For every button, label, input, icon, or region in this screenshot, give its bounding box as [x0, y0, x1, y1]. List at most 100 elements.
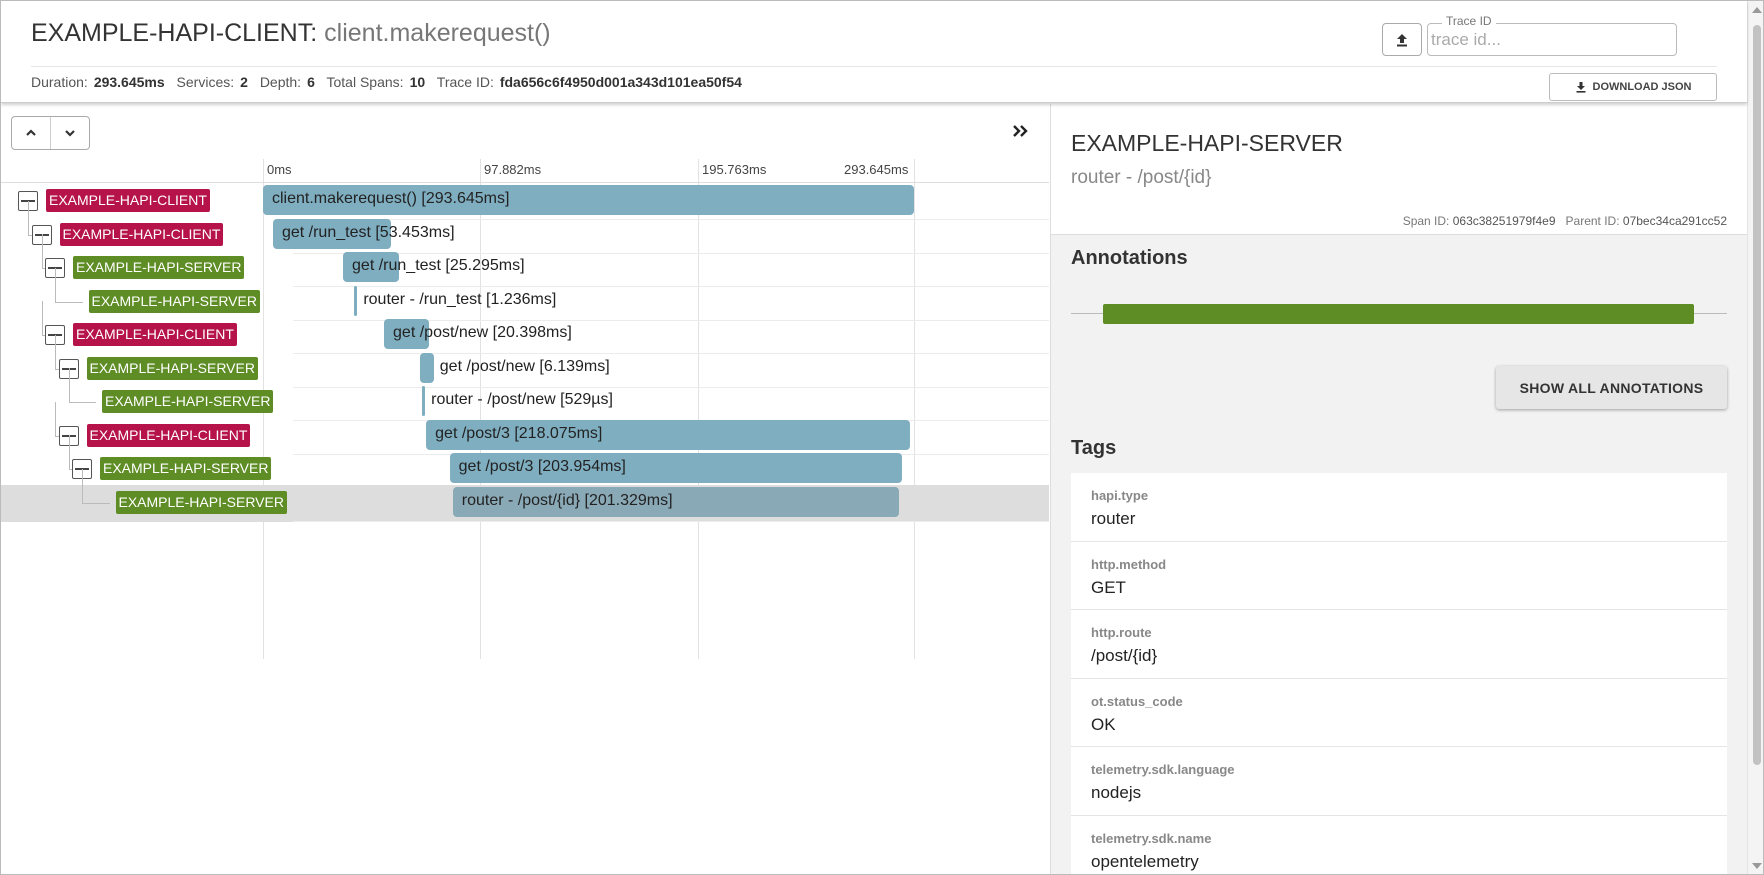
- download-json-button[interactable]: DOWNLOAD JSON: [1549, 73, 1717, 101]
- upload-icon: [1397, 33, 1407, 46]
- parent-id-value: 07bec34ca291cc52: [1622, 214, 1727, 228]
- service-badge: EXAMPLE-HAPI-SERVER: [88, 289, 260, 313]
- annotations-heading: Annotations: [1071, 247, 1188, 269]
- spans-label: Total Spans:: [326, 74, 404, 90]
- tag-item: telemetry.sdk.name opentelemetry: [1071, 816, 1727, 875]
- service-badge: EXAMPLE-HAPI-SERVER: [73, 256, 245, 279]
- service-badge: EXAMPLE-HAPI-SERVER: [115, 490, 287, 514]
- span-label: get /run_test [25.295ms]: [352, 257, 525, 274]
- time-tick-label: 0ms: [267, 162, 292, 177]
- span-label: get /post/3 [218.075ms]: [435, 424, 603, 442]
- time-tick-label: 97.882ms: [484, 162, 542, 177]
- service-badge: EXAMPLE-HAPI-CLIENT: [59, 222, 224, 246]
- chevron-up-icon: [26, 129, 36, 136]
- traceid-value: fda656c6f4950d001a343d101ea50f54: [499, 74, 742, 90]
- tree-connector: [55, 301, 83, 303]
- show-all-annotations-button[interactable]: SHOW ALL ANNOTATIONS: [1496, 366, 1727, 409]
- scroll-down-arrow-icon[interactable]: [1752, 863, 1762, 869]
- detail-operation-name: router - /post/{id}: [1071, 167, 1212, 188]
- span-row[interactable]: EXAMPLE-HAPI-CLIENT get /post/3 [218.075m…: [1, 401, 1049, 455]
- span-row[interactable]: EXAMPLE-HAPI-SERVER router - /post/new [5…: [1, 368, 1049, 421]
- service-badge: EXAMPLE-HAPI-CLIENT: [46, 189, 210, 212]
- trace-timeline: 0ms 97.882ms 195.763ms 293.645ms EXAMPLE-HA…: [1, 104, 1049, 874]
- download-json-label: DOWNLOAD JSON: [1592, 81, 1692, 93]
- tag-item: ot.status_code OK: [1071, 679, 1727, 747]
- tag-value: router: [1091, 509, 1136, 528]
- span-label: router - /run_test [1.236ms]: [363, 290, 557, 308]
- tag-value: OK: [1091, 714, 1116, 734]
- trace-header: EXAMPLE-HAPI-CLIENT: client.makerequest(…: [1, 1, 1747, 103]
- span-row[interactable]: EXAMPLE-HAPI-SERVER router - /run_test [1…: [1, 267, 1049, 321]
- tag-key: http.route: [1091, 625, 1152, 640]
- services-label: Services:: [176, 74, 235, 90]
- service-badge: EXAMPLE-HAPI-SERVER: [100, 457, 272, 480]
- span-label: router - /post/{id} [201.329ms]: [461, 491, 673, 509]
- tag-item: hapi.type router: [1071, 473, 1727, 542]
- tree-connector: [55, 334, 56, 369]
- span-label: get /post/new [20.398ms]: [393, 324, 572, 341]
- tree-connector: [68, 435, 70, 469]
- span-detail-panel: EXAMPLE-HAPI-SERVER router - /post/{id} …: [1050, 104, 1748, 875]
- span-label: router - /post/new [529µs]: [431, 391, 613, 408]
- tree-connector: [41, 234, 43, 268]
- scrollbar-thumb[interactable]: [1753, 25, 1761, 765]
- trace-summary: Duration: 293.645ms Services: 2 Depth: 6 To…: [31, 74, 750, 90]
- next-span-button[interactable]: [51, 117, 89, 149]
- span-label: get /post/new [6.139ms]: [439, 357, 610, 375]
- tag-item: http.method GET: [1071, 542, 1727, 610]
- service-badge: EXAMPLE-HAPI-CLIENT: [86, 423, 251, 447]
- span-detail-header: EXAMPLE-HAPI-SERVER router - /post/{id} …: [1051, 104, 1748, 235]
- tree-connector: [68, 402, 96, 403]
- tree-connector: [82, 468, 83, 503]
- service-badge: EXAMPLE-HAPI-SERVER: [86, 356, 258, 380]
- span-navigation: [11, 116, 90, 150]
- tag-value: opentelemetry: [1091, 851, 1199, 871]
- service-badge: EXAMPLE-HAPI-SERVER: [102, 390, 274, 413]
- span-bar[interactable]: [422, 386, 426, 416]
- duration-label: Duration:: [31, 74, 88, 90]
- span-row[interactable]: EXAMPLE-HAPI-CLIENT get /post/new [20.398…: [1, 301, 1049, 354]
- tree-connector: [82, 502, 110, 504]
- span-row[interactable]: EXAMPLE-HAPI-SERVER get /run_test [25.295…: [1, 234, 1049, 287]
- page-scrollbar[interactable]: [1747, 1, 1763, 874]
- span-row[interactable]: EXAMPLE-HAPI-CLIENT client.makerequest() …: [1, 183, 1049, 220]
- time-tick-label: 293.645ms: [844, 162, 909, 177]
- annotation-bar[interactable]: [1103, 304, 1694, 324]
- span-bar[interactable]: [354, 285, 358, 316]
- span-bar[interactable]: [420, 352, 434, 383]
- collapse-detail-button[interactable]: [1009, 118, 1033, 144]
- depth-value: 6: [307, 74, 315, 90]
- service-badge: EXAMPLE-HAPI-CLIENT: [73, 323, 237, 346]
- previous-span-button[interactable]: [12, 117, 51, 149]
- span-row[interactable]: EXAMPLE-HAPI-SERVER get /post/new [6.139m…: [1, 334, 1049, 388]
- tag-key: hapi.type: [1091, 488, 1149, 503]
- page-title: EXAMPLE-HAPI-CLIENT: client.makerequest(…: [31, 19, 551, 48]
- parent-id-label: Parent ID:: [1565, 214, 1620, 228]
- scroll-up-arrow-icon[interactable]: [1752, 7, 1762, 13]
- span-label: client.makerequest() [293.645ms]: [272, 190, 510, 207]
- tree-connector: [28, 200, 29, 235]
- span-row[interactable]: EXAMPLE-HAPI-SERVER get /post/3 [203.954m…: [1, 435, 1049, 488]
- tags-list: hapi.type router http.method GET http.route /…: [1071, 473, 1727, 875]
- duration-value: 293.645ms: [93, 74, 165, 90]
- traceid-label: Trace ID:: [436, 74, 494, 90]
- trace-id-field-label: Trace ID: [1442, 14, 1496, 28]
- trace-id-input[interactable]: [1431, 27, 1671, 52]
- span-row[interactable]: EXAMPLE-HAPI-SERVER router - /post/{id} […: [1, 468, 1049, 522]
- header-divider: [31, 66, 1717, 67]
- tag-key: http.method: [1091, 556, 1167, 572]
- tag-key: telemetry.sdk.name: [1091, 830, 1212, 846]
- span-row[interactable]: EXAMPLE-HAPI-CLIENT get /run_test [53.453…: [1, 200, 1049, 254]
- tree-connector: [55, 267, 56, 302]
- tag-key: telemetry.sdk.language: [1091, 762, 1235, 777]
- tree-connector: [41, 301, 43, 335]
- chevron-down-icon: [65, 130, 75, 137]
- services-value: 2: [240, 74, 248, 90]
- title-operation: client.makerequest(): [324, 19, 551, 47]
- upload-button[interactable]: [1382, 23, 1422, 56]
- tags-heading: Tags: [1071, 437, 1117, 459]
- tree-connector: [68, 368, 70, 402]
- span-id-value: 063c38251979f4e9: [1452, 214, 1556, 228]
- time-tick-label: 195.763ms: [702, 162, 767, 177]
- row-divider: [293, 520, 1049, 522]
